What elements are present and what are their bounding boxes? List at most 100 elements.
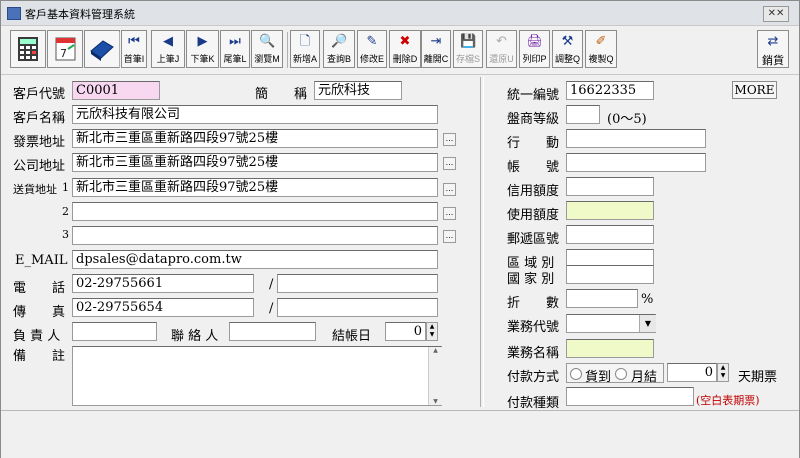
- undo-icon: ↶: [496, 34, 507, 49]
- calendar-icon: 7: [55, 37, 76, 61]
- payment-days-field[interactable]: 0: [667, 363, 717, 382]
- adjust-button[interactable]: ⚒ 調整Q: [552, 30, 583, 68]
- contact-label: 聯 絡 人: [171, 329, 219, 344]
- add-button[interactable]: 🗋 新增A: [290, 30, 320, 68]
- print-button[interactable]: 🖨 列印P: [519, 30, 550, 68]
- short-name-field[interactable]: 元欣科技: [314, 81, 402, 100]
- postal-code-label: 郵遞區號: [507, 232, 560, 247]
- restore-button[interactable]: ↶ 還原U: [486, 30, 517, 68]
- fax-field[interactable]: 02-29755654: [72, 298, 254, 317]
- invoice-address-lookup-button[interactable]: ...: [443, 133, 456, 146]
- more-button[interactable]: MORE: [732, 81, 777, 99]
- phone-field[interactable]: 02-29755661: [72, 274, 254, 293]
- last-record-button[interactable]: ⏭ 尾筆L: [220, 30, 250, 68]
- toolbar: 7 ⏮ 首筆I ◀ 上筆J ▶ 下筆K ⏭ 尾筆L 🔍 瀏覽M 🗋 新增A 🔎 查詢B: [1, 26, 799, 75]
- delivery-address-label: 送貨地址: [13, 183, 57, 196]
- account-label: 帳 號: [507, 160, 560, 175]
- spin-up-icon: ▲: [429, 323, 435, 330]
- phone-separator: /: [269, 277, 274, 292]
- payment-type-field[interactable]: [566, 387, 694, 406]
- tax-id-field[interactable]: 16622335: [566, 81, 654, 100]
- app-window: 客戶基本資料管理系統 ✕✕ 7 ⏮ 首筆I ◀ 上筆J ▶ 下筆K ⏭ 尾筆L …: [0, 0, 800, 458]
- sales-name-field[interactable]: [566, 339, 654, 358]
- fax-2-field[interactable]: [277, 298, 438, 317]
- credit-limit-field[interactable]: [566, 177, 654, 196]
- country-label: 國 家 別: [507, 272, 555, 287]
- browse-icon: 🔍: [259, 34, 276, 49]
- first-icon: ⏮: [128, 34, 140, 49]
- delivery-1-lookup-button[interactable]: ...: [443, 183, 456, 196]
- tax-id-label: 統一編號: [507, 88, 560, 103]
- dropdown-arrow-icon[interactable]: ▼: [639, 315, 656, 332]
- customer-code-label: 客戶代號: [13, 87, 66, 102]
- edit-icon: ✎: [366, 34, 378, 49]
- account-field[interactable]: [566, 153, 706, 172]
- scroll-up-icon: ▲: [433, 347, 438, 354]
- company-address-field[interactable]: 新北市三重區重新路四段97號25樓: [72, 153, 438, 172]
- toolbar-separator: [287, 32, 288, 68]
- copy-button[interactable]: ✐ 複製Q: [585, 30, 617, 68]
- customer-name-field[interactable]: 元欣科技有限公司: [72, 105, 438, 124]
- discount-unit: %: [641, 292, 654, 307]
- calendar-button[interactable]: 7: [47, 30, 83, 68]
- spin-down-icon: ▼: [720, 372, 726, 379]
- exit-button[interactable]: ⇥ 離開C: [421, 30, 451, 68]
- delivery-address-2-field[interactable]: [72, 202, 438, 221]
- edit-button[interactable]: ✎ 修改E: [357, 30, 387, 68]
- window-title: 客戶基本資料管理系統: [25, 9, 135, 21]
- book-button[interactable]: [84, 30, 120, 68]
- prev-icon: ◀: [163, 34, 173, 49]
- customer-code-field[interactable]: C0001: [72, 81, 160, 100]
- spin-down-icon: ▼: [429, 331, 435, 338]
- fax-separator: /: [269, 301, 274, 316]
- svg-text:7: 7: [60, 47, 67, 60]
- company-address-lookup-button[interactable]: ...: [443, 157, 456, 170]
- radio-monthly[interactable]: [615, 368, 627, 380]
- payment-days-unit: 天期票: [738, 370, 778, 385]
- discount-field[interactable]: [566, 289, 638, 308]
- save-button[interactable]: 💾 存檔S: [453, 30, 483, 68]
- first-record-button[interactable]: ⏮ 首筆I: [121, 30, 147, 68]
- used-limit-field[interactable]: [566, 201, 654, 220]
- mobile-field[interactable]: [566, 129, 706, 148]
- phone-label: 電 話: [13, 281, 66, 296]
- prev-record-button[interactable]: ◀ 上筆J: [151, 30, 185, 68]
- contact-field[interactable]: [229, 322, 316, 341]
- toolbar-separator: [119, 32, 120, 68]
- app-icon: [7, 7, 21, 20]
- calculator-button[interactable]: [10, 30, 46, 68]
- delivery-2-lookup-button[interactable]: ...: [443, 207, 456, 220]
- delivery-2-number: 2: [62, 205, 69, 218]
- mobile-label: 行 動: [507, 136, 560, 151]
- delivery-3-lookup-button[interactable]: ...: [443, 230, 456, 243]
- next-record-button[interactable]: ▶ 下筆K: [186, 30, 219, 68]
- sales-button[interactable]: ⇄ 銷貨: [757, 30, 789, 68]
- query-button[interactable]: 🔎 查詢B: [323, 30, 355, 68]
- book-icon: [90, 40, 114, 61]
- next-icon: ▶: [197, 34, 208, 49]
- panel-divider: [480, 77, 484, 407]
- payment-type-hint: (空白表期票): [696, 394, 760, 407]
- browse-button[interactable]: 🔍 瀏覽M: [251, 30, 283, 68]
- scroll-down-icon: ▼: [433, 398, 438, 405]
- postal-code-field[interactable]: [566, 225, 654, 244]
- closing-day-field[interactable]: 0: [385, 322, 426, 341]
- dealer-level-field[interactable]: [566, 105, 600, 124]
- invoice-address-field[interactable]: 新北市三重區重新路四段97號25樓: [72, 129, 438, 148]
- phone-2-field[interactable]: [277, 274, 438, 293]
- remarks-textarea[interactable]: [72, 346, 442, 406]
- spin-up-icon: ▲: [720, 364, 726, 371]
- radio-cod[interactable]: [570, 368, 582, 380]
- email-field[interactable]: dpsales@datapro.com.tw: [72, 250, 438, 269]
- closing-day-spinner[interactable]: ▲ ▼: [426, 322, 438, 341]
- country-field[interactable]: [566, 265, 654, 284]
- radio-monthly-label: 月結: [631, 370, 658, 385]
- delivery-address-1-field[interactable]: 新北市三重區重新路四段97號25樓: [72, 178, 438, 197]
- remarks-scrollbar[interactable]: ▲ ▼: [428, 347, 442, 405]
- delete-button[interactable]: ✖ 刪除D: [389, 30, 421, 68]
- close-button[interactable]: ✕✕: [763, 6, 789, 22]
- used-limit-label: 使用額度: [507, 208, 560, 223]
- delivery-address-3-field[interactable]: [72, 226, 438, 245]
- payment-days-spinner[interactable]: ▲ ▼: [717, 363, 729, 382]
- owner-field[interactable]: [72, 322, 157, 341]
